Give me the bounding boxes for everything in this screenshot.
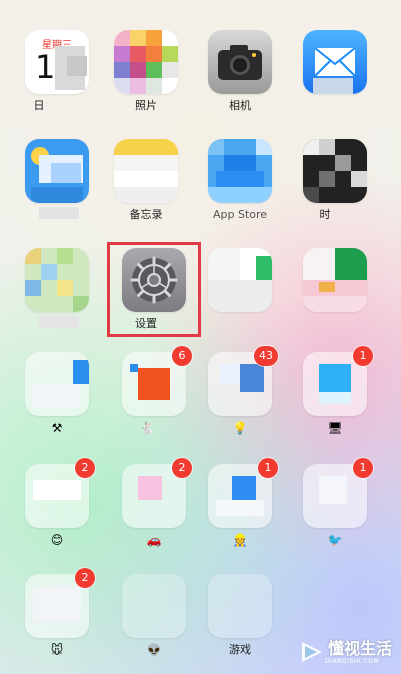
app-store-icon [208, 139, 272, 203]
smiley-app-label: 😊 [50, 533, 64, 547]
games-folder-icon [208, 574, 272, 638]
app-store-label: App Store [212, 208, 268, 221]
smiley-app-badge: 2 [75, 458, 95, 478]
camera-app[interactable]: 相机 [200, 30, 280, 113]
mouse-app-label: 🐭 [50, 643, 64, 657]
bird-app-badge: 1 [353, 458, 373, 478]
watermark-subtitle: DIANQISHI.COM [325, 657, 380, 665]
car-app-badge: 2 [172, 458, 192, 478]
app-lightbulb[interactable]: 43 💡 [200, 346, 280, 435]
tools-app-label: ⚒ [51, 421, 63, 435]
calendar-icon: 星期三 1 [25, 30, 89, 94]
monitor-app-badge: 1 [353, 346, 373, 366]
app-worker[interactable]: 1 👷 [200, 458, 280, 547]
maps-icon [25, 248, 89, 312]
photos-icon [114, 30, 178, 94]
app-monitor[interactable]: 1 🖥 [295, 346, 375, 435]
weather-app[interactable] [17, 139, 97, 219]
camera-label: 相机 [229, 99, 251, 112]
facetime-app[interactable] [200, 248, 280, 317]
app-mouse[interactable]: 2 🐭 [17, 568, 97, 657]
mouse-app-badge: 2 [75, 568, 95, 588]
notes-icon [114, 139, 178, 203]
reminders-app[interactable] [295, 248, 375, 317]
watermark-title: 懂视生活 [328, 638, 393, 658]
reminders-icon [303, 248, 367, 312]
watermark: 懂视生活 DIANQISHI.COM [299, 636, 397, 668]
maps-app[interactable] [17, 248, 97, 328]
calendar-app[interactable]: 星期三 1 日 [17, 30, 97, 113]
notes-app[interactable]: 备忘录 [106, 139, 186, 222]
home-screen: 星期三 1 日 照片 [0, 0, 401, 674]
lightbulb-app-label: 💡 [232, 421, 248, 435]
lightbulb-app-badge: 43 [254, 346, 278, 366]
alien-app-icon [122, 574, 186, 638]
calendar-label: 日 [33, 99, 45, 112]
rabbit-app-badge: 6 [172, 346, 192, 366]
settings-gear-icon [122, 248, 186, 312]
mail-app[interactable] [295, 30, 375, 99]
calendar-day: 1 [35, 48, 56, 86]
watermark-logo-icon [302, 642, 322, 662]
app-alien[interactable]: 👽 [114, 574, 194, 657]
mail-icon [303, 30, 367, 94]
facetime-icon [208, 248, 272, 312]
clock-label: 时 [319, 208, 331, 221]
photos-label: 照片 [135, 99, 157, 112]
games-folder-label: 游戏 [229, 643, 251, 656]
app-bird[interactable]: 1 🐦 [295, 458, 375, 547]
car-app-label: 🚗 [146, 533, 162, 547]
rabbit-app-label: 🐇 [139, 421, 155, 435]
worker-app-label: 👷 [232, 533, 248, 547]
app-tools[interactable]: ⚒ [17, 352, 97, 435]
clock-icon [303, 139, 367, 203]
app-store-app[interactable]: App Store [200, 139, 280, 222]
tools-app-icon [25, 352, 89, 416]
photos-app[interactable]: 照片 [106, 30, 186, 113]
app-rabbit[interactable]: 6 🐇 [114, 346, 194, 435]
games-folder[interactable]: 游戏 [200, 574, 280, 657]
bird-app-label: 🐦 [327, 533, 343, 547]
settings-label: 设置 [135, 317, 157, 330]
alien-app-label: 👽 [146, 643, 162, 657]
app-car[interactable]: 2 🚗 [114, 458, 194, 547]
settings-app[interactable]: 设置 [114, 248, 194, 331]
clock-app[interactable]: 时 [295, 139, 375, 222]
app-smiley[interactable]: 2 😊 [17, 458, 97, 547]
camera-icon [208, 30, 272, 94]
weather-icon [25, 139, 89, 203]
monitor-app-label: 🖥 [327, 421, 343, 435]
worker-app-badge: 1 [258, 458, 278, 478]
notes-label: 备忘录 [129, 208, 163, 221]
